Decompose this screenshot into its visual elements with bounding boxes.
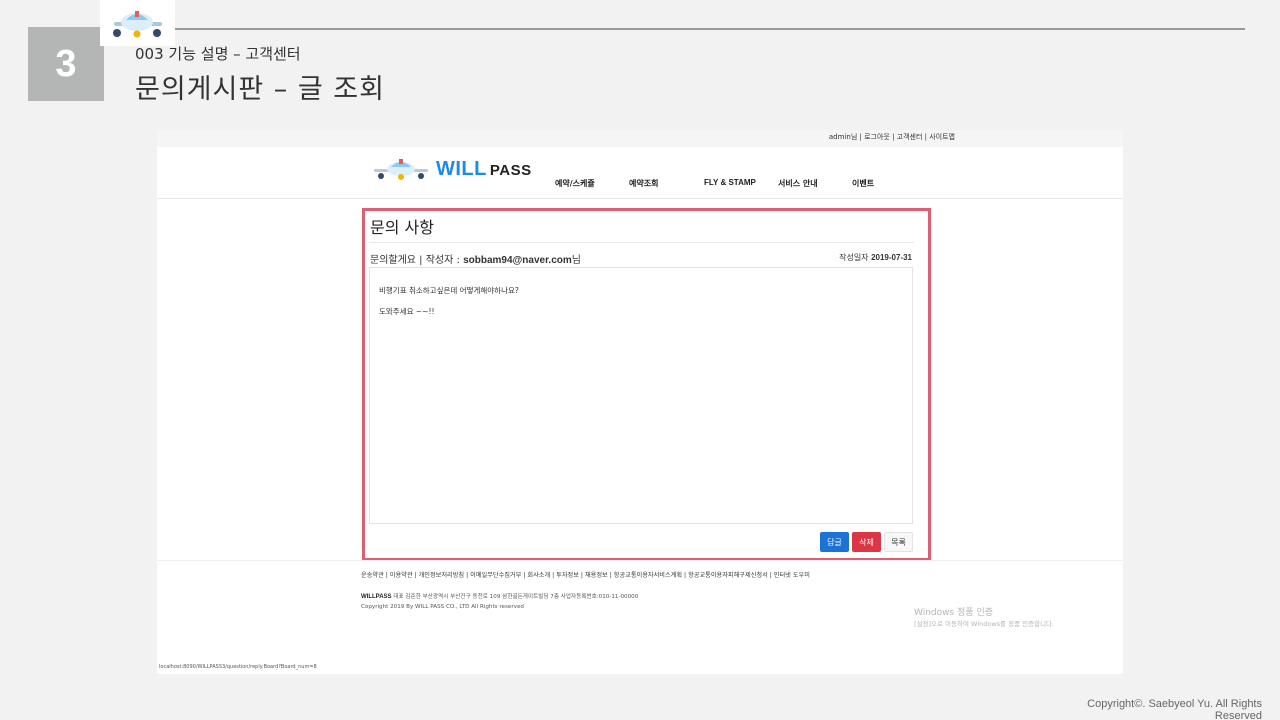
content-line: 도와주세요 ~~!!: [379, 307, 435, 316]
logout-link[interactable]: 로그아웃: [864, 133, 890, 141]
slide-copyright: Copyright©. Saebyeol Yu. All Rights Rese…: [1062, 698, 1262, 720]
windows-activation-subtitle: [설정]으로 이동하여 Windows를 정품 인증합니다.: [914, 620, 1055, 628]
list-button[interactable]: 목록: [884, 532, 913, 552]
footer-company-details: 대표 김준한 부산광역시 부산진구 동천로 109 삼한골든게이트빌딩 7층 사…: [391, 594, 639, 600]
post-title: 문의할게요: [370, 255, 416, 266]
reply-button[interactable]: 답글: [820, 532, 849, 552]
inquiry-panel: 문의 사항 문의할게요 | 작성자 : sobbam94@naver.com님 …: [362, 208, 931, 561]
footer-links[interactable]: 운송약관 | 이용약관 | 개인정보처리방침 | 이메일무단수집거부 | 회사소…: [361, 570, 810, 579]
brand-will: WILL: [436, 157, 487, 180]
footer-copyright: Copyright 2019 By WILL PASS CO., LTD All…: [361, 604, 524, 610]
meta-separator: |: [416, 255, 426, 266]
brand-pass: PASS: [489, 161, 532, 179]
date-value: 2019-07-31: [871, 253, 912, 262]
nav-fly-stamp[interactable]: FLY & STAMP: [704, 178, 756, 187]
footer-divider: [157, 560, 1123, 561]
nav-reservation-schedule[interactable]: 예약/스케쥴: [555, 178, 595, 189]
content-line: 비행기표 취소하고싶은데 어떻게해야하나요?: [379, 286, 519, 295]
nav-event[interactable]: 이벤트: [852, 178, 874, 189]
slide-subtitle: 003 기능 설명 – 고객센터: [135, 45, 301, 63]
top-divider: [175, 28, 1245, 30]
footer-company-info: WILLPASS 대표 김준한 부산광역시 부산진구 동천로 109 삼한골든게…: [361, 592, 638, 600]
brand-name: WILL PASS: [436, 158, 532, 181]
windows-activation-title: Windows 정품 인증: [914, 608, 994, 618]
author-suffix: 님: [571, 255, 581, 266]
author-email: sobbam94@naver.com: [463, 255, 572, 266]
airplane-logo: [100, 0, 175, 46]
support-link[interactable]: 고객센터: [897, 133, 923, 141]
browser-screenshot: admin님 | 로그아웃 | 고객센터 | 사이트맵 WILL PASS 예약/…: [157, 130, 1123, 674]
admin-link[interactable]: admin님: [829, 133, 857, 141]
status-bar-url: localhost:8090/WILLPASS3/question/reply.…: [159, 664, 317, 670]
sitemap-link[interactable]: 사이트맵: [929, 133, 955, 141]
nav-reservation-lookup[interactable]: 예약조회: [629, 178, 658, 189]
airplane-icon: [374, 159, 428, 180]
main-nav: WILL PASS 예약/스케쥴 예약조회 FLY & STAMP 서비스 안내 …: [157, 147, 1123, 199]
delete-button[interactable]: 삭제: [852, 532, 881, 552]
post-content: 비행기표 취소하고싶은데 어떻게해야하나요? 도와주세요 ~~!!: [369, 267, 913, 524]
author-label: 작성자 :: [425, 255, 464, 266]
date-label: 작성일자: [839, 253, 872, 262]
util-separator: |: [889, 133, 897, 141]
copyright-line: Reserved: [1214, 710, 1262, 720]
panel-divider: [369, 242, 914, 243]
nav-service-info[interactable]: 서비스 안내: [778, 178, 818, 189]
panel-heading: 문의 사항: [370, 218, 434, 237]
footer-company-name: WILLPASS: [361, 594, 392, 600]
slide-title: 문의게시판 – 글 조회: [135, 74, 385, 105]
utility-bar: admin님 | 로그아웃 | 고객센터 | 사이트맵: [157, 130, 1123, 147]
slide-number-badge: 3: [28, 27, 104, 101]
post-meta: 문의할게요 | 작성자 : sobbam94@naver.com님: [370, 251, 581, 266]
brand-logo[interactable]: WILL PASS: [372, 154, 532, 184]
copyright-line: Copyright©. Saebyeol Yu. All Rights: [1087, 698, 1262, 710]
post-date: 작성일자 2019-07-31: [839, 252, 912, 263]
